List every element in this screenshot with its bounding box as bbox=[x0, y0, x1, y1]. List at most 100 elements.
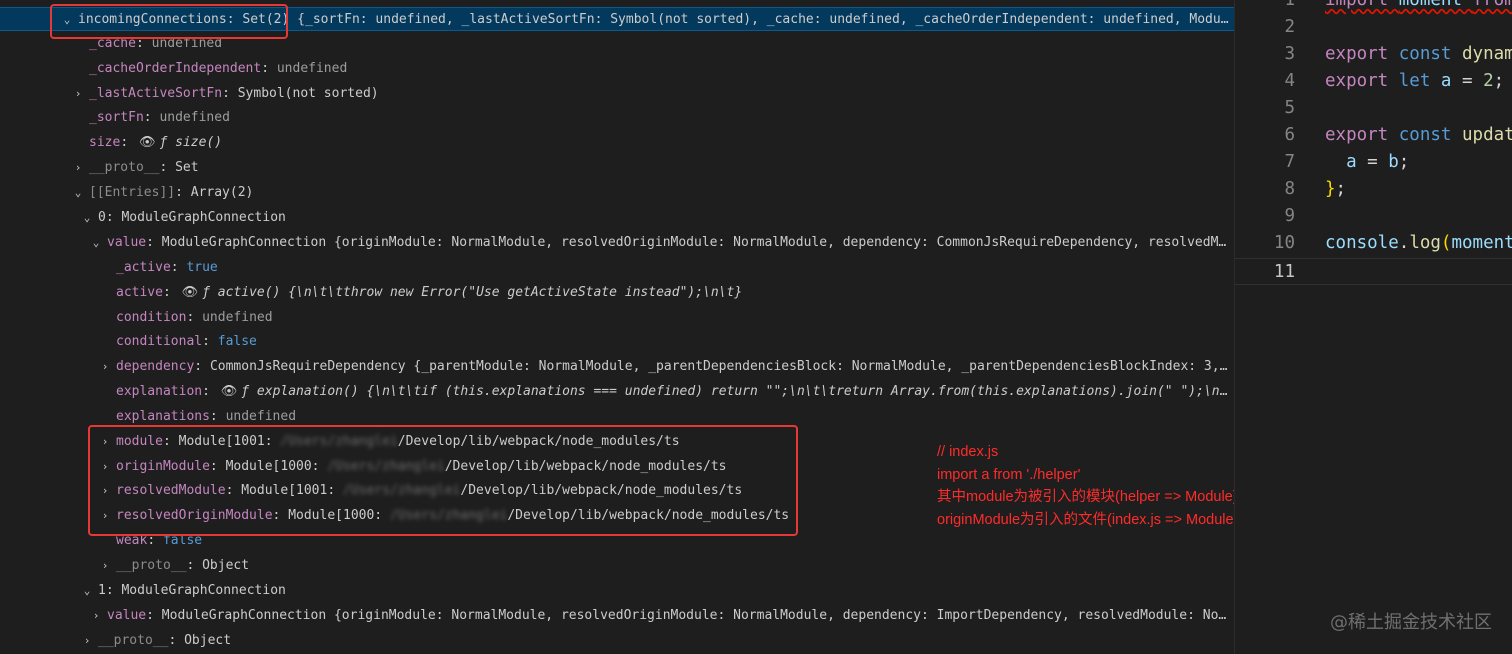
line-number: 6 bbox=[1284, 125, 1295, 145]
chevron-right-icon[interactable]: › bbox=[98, 479, 112, 503]
tree-key: __proto__ bbox=[98, 633, 169, 648]
tree-value: ƒ active() {\n\t\tthrow new Error("Use g… bbox=[202, 285, 743, 300]
tree-row-explanations[interactable]: ›explanations: undefined bbox=[0, 405, 1234, 429]
tree-key: _active bbox=[116, 260, 171, 275]
tree-row-dependency[interactable]: › dependency: CommonJsRequireDependency {… bbox=[0, 355, 1234, 379]
tree-value: Object bbox=[202, 558, 250, 573]
tree-value: undefined bbox=[225, 409, 297, 424]
tree-row-proto-object[interactable]: › __proto__: Object bbox=[0, 554, 1234, 578]
tree-sep: : bbox=[105, 210, 122, 225]
tree-value: Object bbox=[184, 633, 232, 648]
tree-sep: : bbox=[209, 409, 226, 424]
chevron-right-icon[interactable]: › bbox=[98, 504, 112, 528]
tree-key: resolvedOriginModule bbox=[116, 508, 273, 523]
eye-icon[interactable]: 👁 bbox=[221, 380, 238, 404]
watermark: @稀土掘金技术社区 bbox=[1330, 612, 1492, 633]
code-text: import moment from bbox=[1325, 0, 1512, 10]
line-number: 8 bbox=[1284, 179, 1295, 199]
tree-sep: : bbox=[146, 235, 162, 250]
chevron-right-icon[interactable]: › bbox=[98, 554, 112, 578]
tree-row-active[interactable]: ›active: 👁ƒ active() {\n\t\tthrow new Er… bbox=[0, 281, 1234, 305]
code-editor[interactable]: 1 import moment from 2 3 export const dy… bbox=[1234, 0, 1512, 654]
code-line-5[interactable]: 5 bbox=[1235, 95, 1512, 122]
eye-icon[interactable]: 👁 bbox=[182, 281, 199, 305]
tree-sep: : bbox=[120, 135, 136, 150]
tree-sep: : bbox=[168, 633, 185, 648]
tree-row-cache[interactable]: ›_cache: undefined bbox=[0, 32, 1234, 56]
chevron-down-icon[interactable]: ⌄ bbox=[89, 231, 103, 255]
tree-key: resolvedModule bbox=[116, 483, 226, 498]
code-line-1[interactable]: 1 import moment from bbox=[1235, 0, 1512, 14]
chevron-right-icon[interactable]: › bbox=[71, 82, 85, 106]
annotation-line: import a from './helper' bbox=[937, 466, 1081, 483]
tree-sep: : bbox=[202, 334, 218, 349]
tree-row-explanation[interactable]: ›explanation: 👁ƒ explanation() {\n\t\tif… bbox=[0, 380, 1234, 404]
tree-row-entry-1[interactable]: ⌄ 1: ModuleGraphConnection bbox=[0, 579, 1234, 603]
tree-value: true bbox=[186, 260, 218, 275]
tree-sep: : bbox=[186, 310, 203, 325]
tree-row-entry-0-value[interactable]: ⌄ value: ModuleGraphConnection {originMod… bbox=[0, 231, 1234, 255]
tree-row-size[interactable]: ›size: 👁ƒ size() bbox=[0, 131, 1234, 155]
chevron-right-icon[interactable]: › bbox=[98, 355, 112, 379]
tree-key: active bbox=[116, 285, 163, 300]
chevron-down-icon[interactable]: ⌄ bbox=[80, 579, 94, 603]
tree-sep: : bbox=[226, 12, 243, 27]
tree-key: 0 bbox=[98, 210, 106, 225]
chevron-right-icon[interactable]: › bbox=[98, 455, 112, 479]
code-line-2[interactable]: 2 bbox=[1235, 14, 1512, 41]
tree-sep: : bbox=[147, 533, 163, 548]
tree-sep: : bbox=[186, 558, 203, 573]
tree-key: dependency bbox=[116, 359, 195, 374]
tree-row-conditional[interactable]: ›conditional: false bbox=[0, 330, 1234, 354]
tree-row-last-active-sort-fn[interactable]: › _lastActiveSortFn: Symbol(not sorted) bbox=[0, 82, 1234, 106]
tree-sep: : bbox=[222, 86, 238, 101]
chevron-right-icon[interactable]: › bbox=[89, 604, 103, 628]
chevron-down-icon[interactable]: ⌄ bbox=[71, 181, 85, 205]
tree-row-entry-0[interactable]: ⌄ 0: ModuleGraphConnection bbox=[0, 206, 1234, 230]
tree-row-cache-order-independent[interactable]: ›_cacheOrderIndependent: undefined bbox=[0, 57, 1234, 81]
code-line-8[interactable]: 8 }; bbox=[1235, 176, 1512, 203]
tree-row-incoming-connections[interactable]: ⌄ incomingConnections: Set(2) {_sortFn: u… bbox=[0, 7, 1234, 31]
code-text: export const dynam bbox=[1325, 44, 1512, 64]
tree-sep: : bbox=[162, 285, 179, 300]
tree-sep: : bbox=[209, 459, 226, 474]
chevron-right-icon[interactable]: › bbox=[98, 430, 112, 454]
chevron-down-icon[interactable]: ⌄ bbox=[80, 206, 94, 230]
tree-value: false bbox=[162, 533, 203, 548]
line-number: 2 bbox=[1284, 17, 1295, 37]
tree-row-proto-object-2[interactable]: › __proto__: Object bbox=[0, 629, 1234, 653]
line-number: 4 bbox=[1284, 71, 1295, 91]
tree-key: _lastActiveSortFn bbox=[89, 86, 223, 101]
code-line-6[interactable]: 6 export const updat bbox=[1235, 122, 1512, 149]
tree-value: ƒ size() bbox=[159, 135, 223, 150]
code-line-3[interactable]: 3 export const dynam bbox=[1235, 41, 1512, 68]
chevron-down-icon[interactable]: ⌄ bbox=[60, 8, 74, 30]
tree-row-entry-1-value[interactable]: › value: ModuleGraphConnection {originMod… bbox=[0, 604, 1234, 628]
tree-value: Module[1000: bbox=[225, 459, 328, 474]
code-line-4[interactable]: 4 export let a = 2; bbox=[1235, 68, 1512, 95]
tree-sep: : bbox=[261, 61, 277, 76]
tree-key: module bbox=[116, 434, 163, 449]
tree-row-proto-set[interactable]: › __proto__: Set bbox=[0, 156, 1234, 180]
line-number: 9 bbox=[1284, 206, 1295, 226]
tree-key: incomingConnections bbox=[78, 12, 227, 27]
tree-value: Set bbox=[175, 160, 199, 175]
tree-row-entries[interactable]: ⌄ [[Entries]]: Array(2) bbox=[0, 181, 1234, 205]
annotation-line: originModule为引入的文件(index.js => Module) bbox=[937, 511, 1234, 528]
line-number: 10 bbox=[1273, 233, 1295, 253]
tree-row-sort-fn[interactable]: ›_sortFn: undefined bbox=[0, 106, 1234, 130]
tree-value: Set(2) {_sortFn: undefined, _lastActiveS… bbox=[242, 12, 1234, 27]
tree-row-private-active[interactable]: ›_active: true bbox=[0, 256, 1234, 280]
code-text: console.log(moment bbox=[1325, 233, 1512, 253]
tree-value: Array(2) bbox=[190, 185, 254, 200]
line-number: 1 bbox=[1284, 0, 1295, 10]
code-line-10[interactable]: 10 console.log(moment bbox=[1235, 230, 1512, 257]
chevron-right-icon[interactable]: › bbox=[71, 156, 85, 180]
tree-row-weak[interactable]: ›weak: false bbox=[0, 529, 1234, 553]
code-line-7[interactable]: 7 a = b; bbox=[1235, 149, 1512, 176]
tree-row-condition[interactable]: ›condition: undefined bbox=[0, 306, 1234, 330]
chevron-right-icon[interactable]: › bbox=[80, 629, 94, 653]
code-line-11[interactable]: 11 bbox=[1235, 258, 1512, 285]
eye-icon[interactable]: 👁 bbox=[139, 131, 156, 155]
code-line-9[interactable]: 9 bbox=[1235, 203, 1512, 230]
